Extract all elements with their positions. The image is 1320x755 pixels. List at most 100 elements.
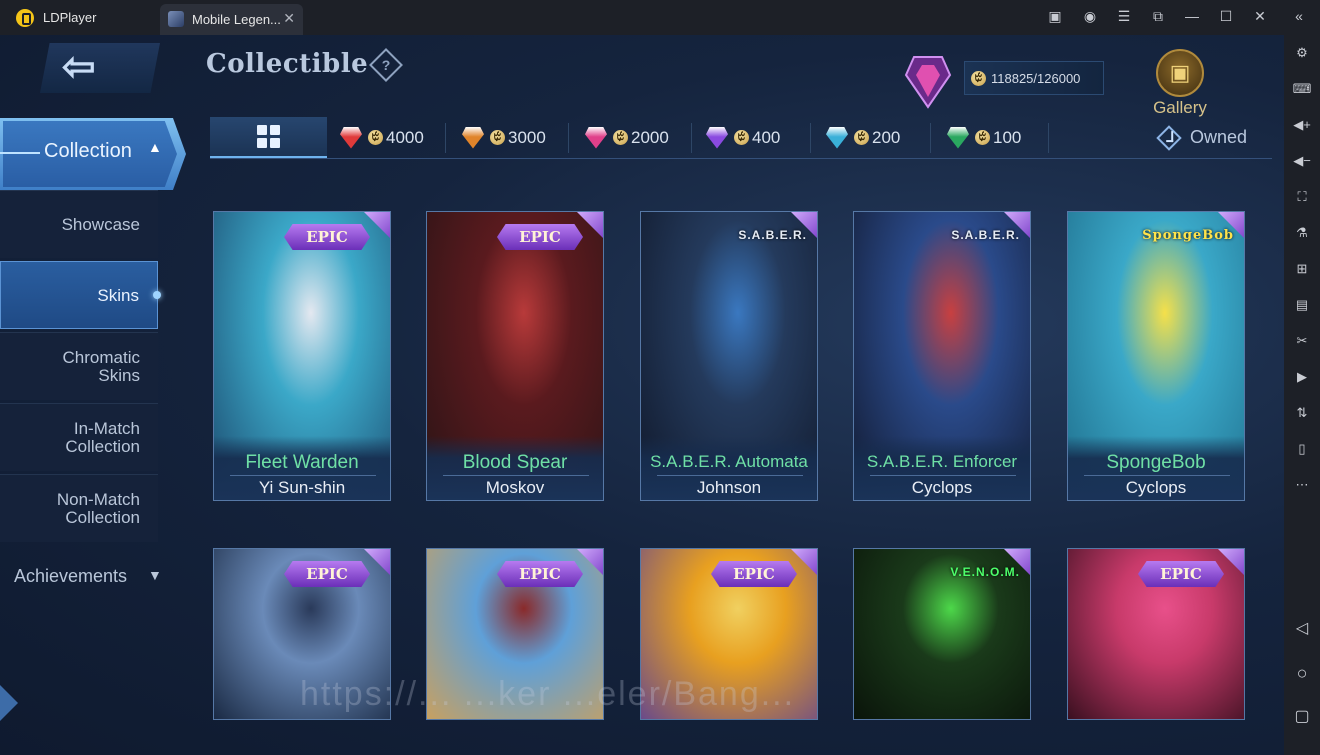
tier-value: 2000 — [631, 127, 669, 147]
app-root: LDPlayer Mobile Legen... ✕ ▣ ◉ ☰ ⧉ — ☐ ✕… — [0, 0, 1320, 755]
epic-badge: EPIC — [497, 224, 583, 250]
hero-name: Yi Sun-shin — [258, 478, 346, 497]
app-name: LDPlayer — [43, 10, 97, 25]
hero-name: Cyclops — [911, 478, 973, 497]
subnav-skins[interactable]: Skins — [0, 261, 161, 329]
nav-achievements[interactable]: Achievements — [14, 566, 127, 587]
coin-icon: ꔲ — [368, 130, 383, 145]
popout-icon[interactable]: ⧉ — [1149, 8, 1167, 25]
tier-filter-bar: ꔲ 4000 ꔲ 3000 ꔲ 2000 ꔲ 400 ꔲ 200 ꔲ 100 O… — [210, 117, 1272, 159]
close-icon[interactable]: ✕ — [1251, 8, 1269, 25]
help-icon[interactable]: ? — [369, 48, 403, 82]
orange-gem-icon — [462, 126, 484, 149]
skin-card[interactable]: V.E.N.O.M. — [853, 548, 1031, 720]
gallery-book-icon: ▣ — [1156, 49, 1204, 97]
game-thumbnail-icon — [168, 11, 184, 27]
back-button[interactable]: ⇦ — [40, 43, 160, 93]
subnav-label: Non-Match Collection — [56, 490, 140, 527]
skin-card[interactable]: EPIC — [1067, 548, 1245, 720]
gallery-label: Gallery — [1153, 98, 1207, 117]
macro-icon[interactable]: ⚗ — [1292, 225, 1312, 241]
filter-tier-2000[interactable]: ꔲ 2000 — [585, 117, 669, 158]
shake-icon[interactable]: ▯ — [1292, 441, 1312, 457]
grid-icon — [257, 125, 281, 149]
tier-value: 400 — [752, 127, 781, 147]
hero-name: Johnson — [696, 478, 762, 497]
subnav-label: In-Match Collection — [65, 419, 140, 456]
ldplayer-logo-icon — [16, 9, 34, 27]
subnav-label: Chromatic Skins — [62, 348, 140, 385]
scroll-arrow-icon — [0, 685, 18, 721]
saber-logo: S.A.B.E.R. — [738, 228, 807, 242]
screenshot-icon[interactable]: ⛶ — [1292, 189, 1312, 205]
subnav-showcase[interactable]: Showcase — [0, 190, 158, 258]
store-icon[interactable]: ▣ — [1046, 8, 1064, 25]
more-options-icon[interactable]: ⋯ — [1292, 477, 1312, 493]
tab-close-icon[interactable]: ✕ — [283, 10, 295, 27]
android-back-icon[interactable]: ◁ — [1292, 621, 1312, 637]
collapse-sidebar-icon[interactable]: « — [1290, 8, 1308, 24]
filter-tier-4000[interactable]: ꔲ 4000 — [340, 117, 424, 158]
owned-label: Owned — [1190, 127, 1248, 147]
epic-badge: EPIC — [284, 224, 370, 250]
subnav-label: Showcase — [61, 215, 140, 234]
tier-value: 200 — [872, 127, 901, 147]
chevron-up-icon: ▲ — [148, 139, 162, 155]
skin-name: Blood Spear — [462, 452, 568, 473]
spongebob-logo: SpongeBob — [1142, 228, 1234, 243]
tab-label: Mobile Legen... — [192, 12, 281, 27]
collector-rank-emblem-icon[interactable] — [900, 53, 956, 109]
multi-instance-icon[interactable]: ⊞ — [1292, 261, 1312, 277]
collection-points: ꔲ 118825/126000 — [964, 61, 1104, 95]
keyboard-icon[interactable]: ⌨ — [1292, 81, 1312, 97]
volume-down-icon[interactable]: ◀− — [1292, 153, 1312, 169]
subnav-non-match-collection[interactable]: Non-Match Collection — [0, 474, 158, 542]
settings-gear-icon[interactable]: ⚙ — [1292, 45, 1312, 61]
android-home-icon[interactable]: ○ — [1292, 664, 1312, 682]
skin-card[interactable]: S.A.B.E.R. S.A.B.E.R. Automata Johnson — [640, 211, 818, 501]
epic-badge: EPIC — [1138, 561, 1224, 587]
sync-icon[interactable]: ⇅ — [1292, 405, 1312, 421]
maximize-icon[interactable]: ☐ — [1217, 8, 1235, 25]
watermark: https://... ...ker ...eler/Bang... — [300, 675, 796, 713]
pink-gem-icon — [585, 126, 607, 149]
skin-name: Fleet Warden — [245, 452, 359, 473]
owned-filter[interactable]: Owned — [1156, 117, 1248, 158]
coin-icon: ꔲ — [854, 130, 869, 145]
tab-mobile-legends[interactable]: Mobile Legen... ✕ — [160, 4, 303, 35]
chevron-down-icon[interactable]: ▼ — [148, 567, 162, 583]
epic-badge: EPIC — [497, 561, 583, 587]
minimize-icon[interactable]: — — [1183, 8, 1201, 24]
filter-tier-400[interactable]: ꔲ 400 — [706, 117, 780, 158]
tier-value: 4000 — [386, 127, 424, 147]
skin-card[interactable]: EPIC Blood Spear Moskov — [426, 211, 604, 501]
tier-value: 100 — [993, 127, 1022, 147]
skin-name: SpongeBob — [1106, 452, 1206, 473]
hero-name: Moskov — [485, 478, 545, 497]
apk-install-icon[interactable]: ▤ — [1292, 297, 1312, 313]
menu-icon[interactable]: ☰ — [1115, 8, 1133, 25]
tier-value: 3000 — [508, 127, 546, 147]
filter-tier-3000[interactable]: ꔲ 3000 — [462, 117, 546, 158]
android-recents-icon[interactable]: ▢ — [1292, 709, 1312, 725]
coin-icon: ꔲ — [971, 71, 986, 86]
coin-icon: ꔲ — [490, 130, 505, 145]
owned-checkbox-icon — [1156, 124, 1182, 151]
subnav-chromatic-skins[interactable]: Chromatic Skins — [0, 332, 158, 400]
purple-gem-icon — [706, 126, 728, 149]
scissors-icon[interactable]: ✂ — [1292, 333, 1312, 349]
subnav-in-match-collection[interactable]: In-Match Collection — [0, 403, 158, 471]
filter-all[interactable] — [210, 117, 327, 158]
epic-badge: EPIC — [284, 561, 370, 587]
volume-up-icon[interactable]: ◀+ — [1292, 117, 1312, 133]
skin-card[interactable]: SpongeBob SpongeBob Cyclops — [1067, 211, 1245, 501]
nav-collection[interactable]: Collection ▲ — [0, 118, 186, 190]
account-icon[interactable]: ◉ — [1081, 8, 1099, 25]
filter-tier-100[interactable]: ꔲ 100 — [947, 117, 1021, 158]
back-arrow-icon: ⇦ — [62, 45, 96, 89]
record-video-icon[interactable]: ▶ — [1292, 369, 1312, 385]
skin-card[interactable]: S.A.B.E.R. S.A.B.E.R. Enforcer Cyclops — [853, 211, 1031, 501]
gallery-button[interactable]: ▣ Gallery — [1148, 49, 1212, 119]
skin-card[interactable]: EPIC Fleet Warden Yi Sun-shin — [213, 211, 391, 501]
filter-tier-200[interactable]: ꔲ 200 — [826, 117, 900, 158]
